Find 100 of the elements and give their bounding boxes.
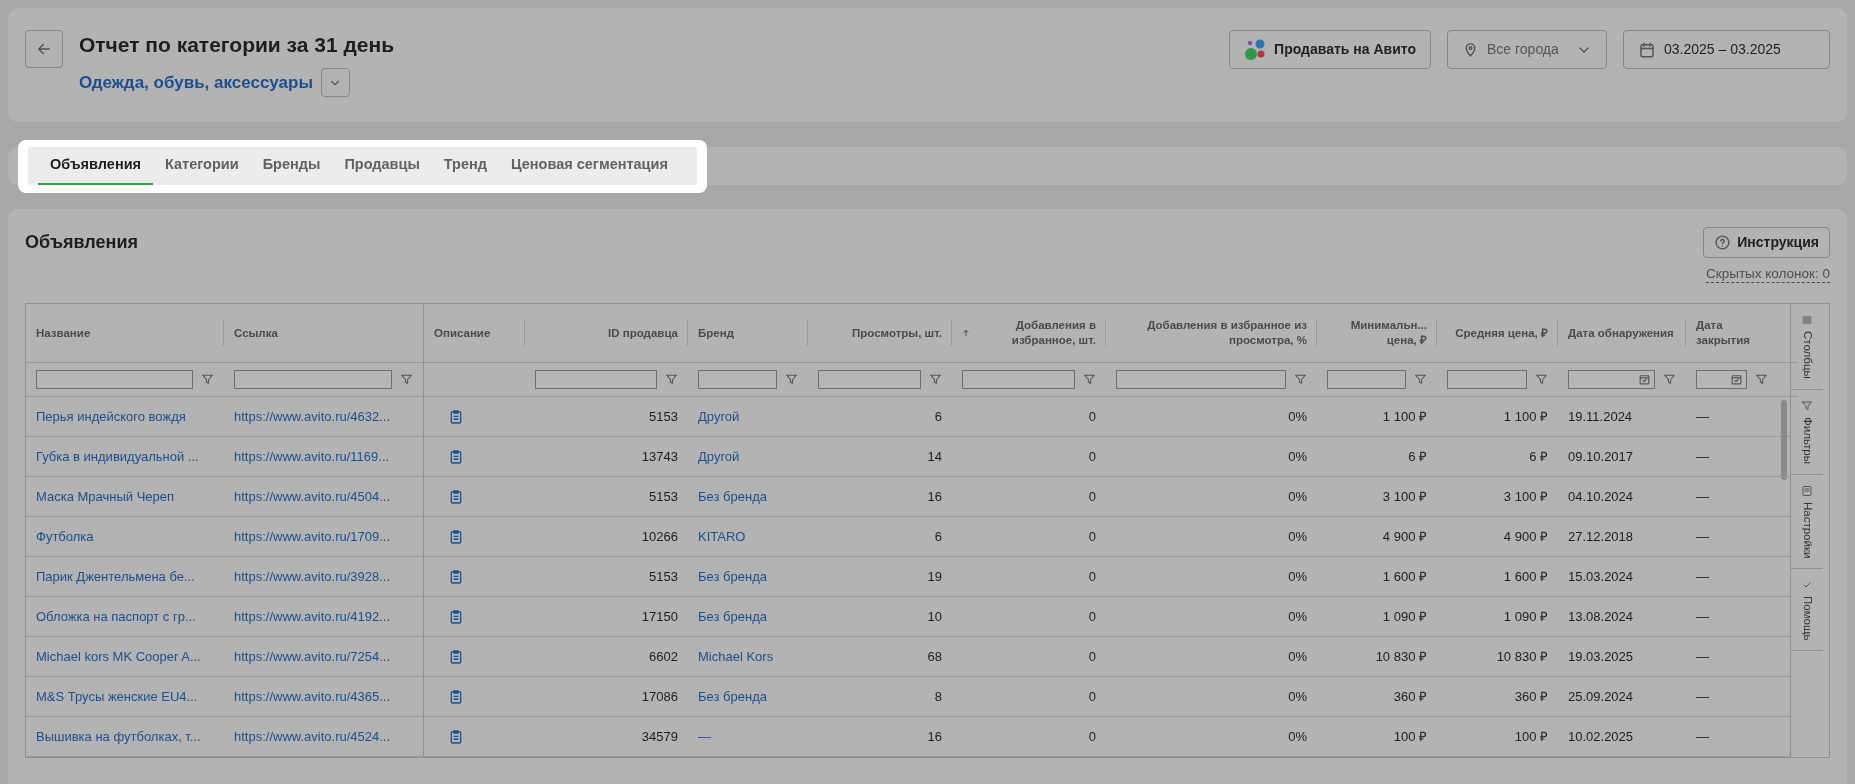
table-link[interactable]: Парик Джентельмена бе... xyxy=(36,566,195,587)
table-link[interactable]: https://www.avito.ru/4365... xyxy=(234,686,391,707)
column-header[interactable]: Средняя цена, ₽ xyxy=(1455,325,1548,341)
table-cell-text: 4 900 ₽ xyxy=(1503,527,1548,546)
filter-field[interactable] xyxy=(1447,370,1527,389)
filter-icon[interactable] xyxy=(400,373,413,386)
table-link[interactable]: Вышивка на футболках, т... xyxy=(36,726,201,747)
table-link[interactable]: Маска Мрачный Череп xyxy=(36,486,175,507)
clipboard-icon[interactable] xyxy=(448,448,464,465)
table-link[interactable]: https://www.avito.ru/3928... xyxy=(234,566,391,587)
table-cell-text: 5153 xyxy=(649,487,678,506)
hidden-columns-link[interactable]: Скрытых колонок: 0 xyxy=(1706,266,1830,283)
tab[interactable]: Тренд xyxy=(431,147,499,185)
tab[interactable]: Бренды xyxy=(250,147,333,185)
tab[interactable]: Продавцы xyxy=(332,147,432,185)
table-link[interactable]: Обложка на паспорт с гр... xyxy=(36,606,196,627)
filter-icon[interactable] xyxy=(929,373,942,386)
filter-icon[interactable] xyxy=(201,373,214,386)
clipboard-icon[interactable] xyxy=(448,408,464,425)
table-link[interactable]: KITARO xyxy=(698,526,746,547)
filter-icon[interactable] xyxy=(1535,373,1548,386)
table-link[interactable]: Губка в индивидуальной ... xyxy=(36,446,199,467)
table-cell-text: 6 ₽ xyxy=(1529,447,1548,466)
sell-button[interactable]: Продавать на Авито xyxy=(1229,30,1431,69)
calendar-icon xyxy=(1638,40,1656,59)
column-header[interactable]: Минимальн... цена, ₽ xyxy=(1327,318,1427,348)
filter-icon[interactable] xyxy=(1755,373,1768,386)
table-link[interactable]: https://www.avito.ru/1709... xyxy=(234,526,391,547)
clipboard-icon[interactable] xyxy=(448,528,464,545)
date-filter-field[interactable] xyxy=(1696,370,1747,389)
table-link[interactable]: Другой xyxy=(698,406,740,427)
column-header[interactable]: Описание xyxy=(434,325,491,341)
filter-icon[interactable] xyxy=(1083,373,1096,386)
date-filter-field[interactable] xyxy=(1568,370,1655,389)
clipboard-icon[interactable] xyxy=(448,608,464,625)
table-link[interactable]: Без бренда xyxy=(698,566,767,587)
filter-icon[interactable] xyxy=(1294,373,1307,386)
city-select[interactable]: Все города xyxy=(1447,30,1607,69)
filter-field[interactable] xyxy=(535,370,657,389)
calendar-icon xyxy=(1638,373,1651,386)
scrollbar-thumb[interactable] xyxy=(1781,400,1787,480)
filter-icon[interactable] xyxy=(665,373,678,386)
table-link[interactable]: Michael kors MK Cooper A... xyxy=(36,646,201,667)
filter-field[interactable] xyxy=(36,370,193,389)
filter-field[interactable] xyxy=(962,370,1075,389)
clipboard-icon[interactable] xyxy=(448,728,464,745)
filter-icon[interactable] xyxy=(1663,373,1676,386)
table-link[interactable]: https://www.avito.ru/4632... xyxy=(234,406,391,427)
column-header[interactable]: Просмотры, шт. xyxy=(852,325,942,341)
tab[interactable]: Категории xyxy=(153,147,251,185)
side-panel-tab[interactable]: Настройки xyxy=(1791,474,1823,570)
panel-icon xyxy=(1801,484,1813,497)
table-cell-text: 04.10.2024 xyxy=(1568,487,1634,506)
help-icon xyxy=(1714,234,1732,251)
table-link[interactable]: — xyxy=(698,726,711,747)
side-panel-tab[interactable]: Помощь xyxy=(1791,569,1823,652)
table-link[interactable]: Michael Kors xyxy=(698,646,774,667)
filter-icon[interactable] xyxy=(1414,373,1427,386)
filter-field[interactable] xyxy=(818,370,921,389)
table-link[interactable]: Перья индейского вождя xyxy=(36,406,186,427)
filter-icon[interactable] xyxy=(785,373,798,386)
clipboard-icon[interactable] xyxy=(448,648,464,665)
tab[interactable]: Объявления xyxy=(38,147,153,185)
clipboard-icon[interactable] xyxy=(448,688,464,705)
table-cell-text: 6602 xyxy=(649,647,678,666)
table-link[interactable]: https://www.avito.ru/4504... xyxy=(234,486,391,507)
filter-field[interactable] xyxy=(234,370,392,389)
category-link[interactable]: Одежда, обувь, аксессуары xyxy=(79,69,313,96)
clipboard-icon[interactable] xyxy=(448,568,464,585)
table-link[interactable]: Без бренда xyxy=(698,486,767,507)
clipboard-icon[interactable] xyxy=(448,488,464,505)
filter-field[interactable] xyxy=(698,370,777,389)
filter-field[interactable] xyxy=(1116,370,1286,389)
tab[interactable]: Ценовая сегментация xyxy=(499,147,680,185)
column-header[interactable]: Дата обнаружения xyxy=(1568,325,1674,341)
table-link[interactable]: Без бренда xyxy=(698,686,767,707)
table-link[interactable]: M&S Трусы женские EU4... xyxy=(36,686,198,707)
side-panel-tab[interactable]: Фильтры xyxy=(1791,389,1823,475)
column-header[interactable]: Бренд xyxy=(698,325,734,341)
back-button[interactable] xyxy=(25,30,63,68)
column-header[interactable]: Добавления в избранное, шт. xyxy=(985,318,1096,348)
section-title: Объявления xyxy=(25,231,138,254)
table-link[interactable]: https://www.avito.ru/4192... xyxy=(234,606,391,627)
calendar-icon xyxy=(1730,373,1743,386)
column-header[interactable]: ID продавца xyxy=(608,325,678,341)
filter-field[interactable] xyxy=(1327,370,1406,389)
column-header[interactable]: Добавления в избранное из просмотра, % xyxy=(1116,318,1307,348)
table-link[interactable]: Другой xyxy=(698,446,740,467)
table-cell-text: 4 900 ₽ xyxy=(1382,527,1427,546)
date-range-picker[interactable]: 03.2025 – 03.2025 xyxy=(1623,30,1830,69)
table-link[interactable]: https://www.avito.ru/7254... xyxy=(234,646,391,667)
table-link[interactable]: https://www.avito.ru/4524... xyxy=(234,726,391,747)
column-header[interactable]: Ссылка xyxy=(234,325,278,341)
table-link[interactable]: Без бренда xyxy=(698,606,767,627)
instructions-button[interactable]: Инструкция xyxy=(1703,227,1830,258)
table-link[interactable]: Футболка xyxy=(36,526,94,547)
table-link[interactable]: https://www.avito.ru/1169... xyxy=(234,446,390,467)
side-panel-tab[interactable]: Столбцы xyxy=(1791,304,1823,390)
column-header[interactable]: Название xyxy=(36,325,91,341)
column-header[interactable]: Дата закрытия xyxy=(1696,318,1768,348)
